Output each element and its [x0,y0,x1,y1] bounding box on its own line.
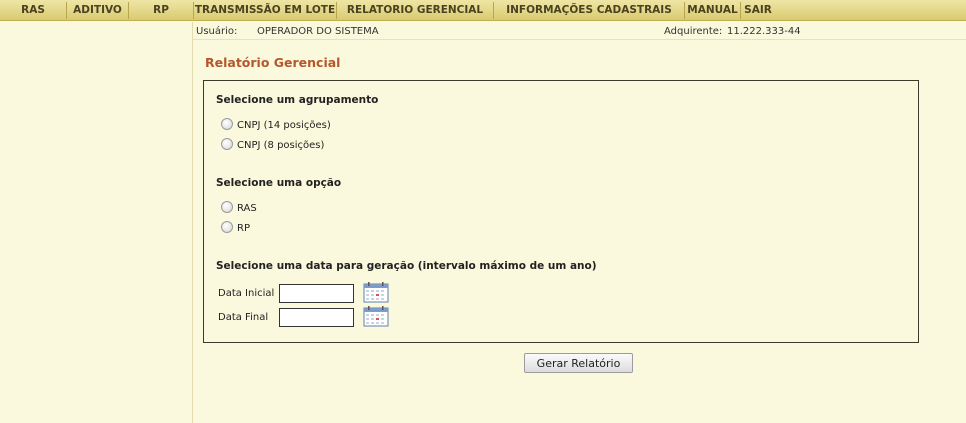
acquirer-label: Adquirente: [664,26,723,37]
start-date-label: Data Inicial [218,288,275,299]
user-label: Usuário: [196,26,238,37]
user-name: OPERADOR DO SISTEMA [257,26,379,37]
end-date-label: Data Final [218,312,269,323]
calendar-icon[interactable] [363,306,389,327]
acquirer-value: 11.222.333-44 [727,26,801,37]
radio-label: RP [237,223,250,234]
radio-label: CNPJ (14 posições) [237,120,331,131]
radio-cnpj-14[interactable]: CNPJ (14 posições) [221,118,371,132]
radio-button[interactable] [221,201,233,213]
page-title: Relatório Gerencial [205,55,341,70]
menu-item-sair[interactable]: SAIR [741,0,775,21]
option-section-title: Selecione uma opção [216,177,342,189]
menu-item-transmissao-em-lote[interactable]: TRANSMISSÃO EM LOTE [194,0,336,21]
report-form-panel: Selecione um agrupamento CNPJ (14 posiçõ… [203,80,919,343]
menu-item-relatorio-gerencial[interactable]: RELATORIO GERENCIAL [337,0,493,21]
menu-item-informacoes-cadastrais[interactable]: INFORMAÇÕES CADASTRAIS [494,0,684,21]
radio-button[interactable] [221,118,233,130]
start-date-input[interactable] [279,284,354,303]
radio-rp[interactable]: RP [221,221,301,235]
menu-item-manual[interactable]: MANUAL [685,0,740,21]
radio-cnpj-8[interactable]: CNPJ (8 posições) [221,138,371,152]
radio-button[interactable] [221,138,233,150]
date-section-title: Selecione uma data para geração (interva… [216,260,597,272]
left-sidebar [0,22,193,423]
menu-item-aditivo[interactable]: ADITIVO [67,0,128,21]
radio-ras[interactable]: RAS [221,201,301,215]
radio-label: RAS [237,203,257,214]
grouping-section-title: Selecione um agrupamento [216,94,379,106]
menu-item-ras[interactable]: RAS [0,0,66,21]
radio-label: CNPJ (8 posições) [237,140,325,151]
top-menu-bar: RAS ADITIVO RP TRANSMISSÃO EM LOTE RELAT… [0,0,966,21]
menu-item-rp[interactable]: RP [129,0,193,21]
end-date-input[interactable] [279,308,354,327]
generate-report-button[interactable]: Gerar Relatório [524,353,633,373]
radio-button[interactable] [221,221,233,233]
calendar-icon[interactable] [363,282,389,303]
user-info-bar: Usuário: OPERADOR DO SISTEMA Adquirente:… [193,22,966,40]
